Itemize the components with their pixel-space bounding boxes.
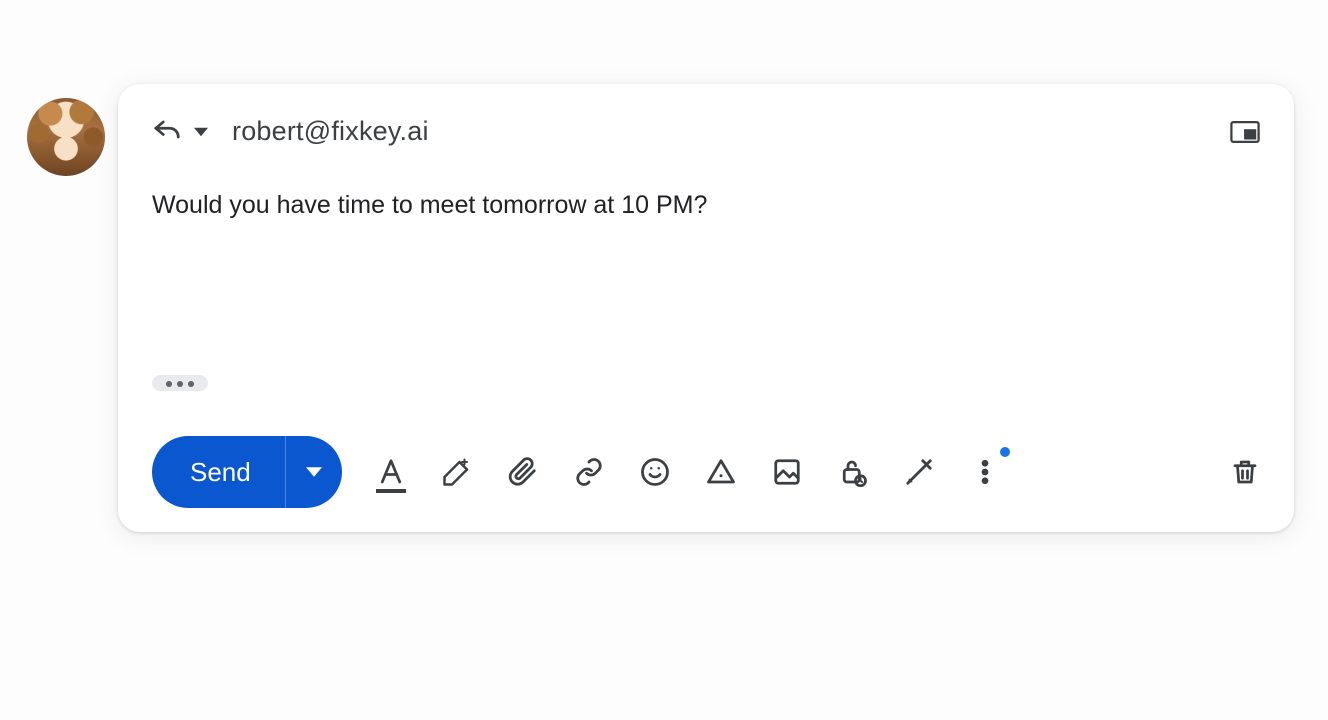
attach-file-button[interactable]: [508, 457, 538, 487]
insert-drive-button[interactable]: [706, 457, 736, 487]
insert-image-button[interactable]: [772, 457, 802, 487]
reply-arrow-icon[interactable]: [152, 117, 182, 147]
reply-type-dropdown[interactable]: [194, 125, 208, 139]
sparkle-pen-icon[interactable]: [442, 457, 472, 487]
message-body-input[interactable]: Would you have time to meet tomorrow at …: [152, 188, 1234, 223]
show-trimmed-content-button[interactable]: [152, 375, 208, 391]
more-options-button[interactable]: [970, 457, 1000, 487]
confidential-mode-button[interactable]: [838, 457, 868, 487]
insert-signature-button[interactable]: [904, 457, 934, 487]
text-format-button[interactable]: [376, 457, 406, 487]
send-button-group: Send: [152, 436, 342, 508]
compose-card: robert@fixkey.ai Would you have time to …: [118, 84, 1294, 532]
notification-dot-icon: [1000, 447, 1010, 457]
insert-emoji-button[interactable]: [640, 457, 670, 487]
compose-toolbar: Send: [152, 436, 1260, 508]
send-button[interactable]: Send: [152, 436, 286, 508]
discard-draft-button[interactable]: [1230, 457, 1260, 487]
avatar[interactable]: [27, 98, 105, 176]
insert-link-button[interactable]: [574, 457, 604, 487]
send-options-dropdown[interactable]: [286, 436, 342, 508]
recipient-field[interactable]: robert@fixkey.ai: [232, 116, 429, 147]
compose-header: robert@fixkey.ai: [152, 116, 1260, 147]
popout-window-icon[interactable]: [1230, 120, 1260, 144]
